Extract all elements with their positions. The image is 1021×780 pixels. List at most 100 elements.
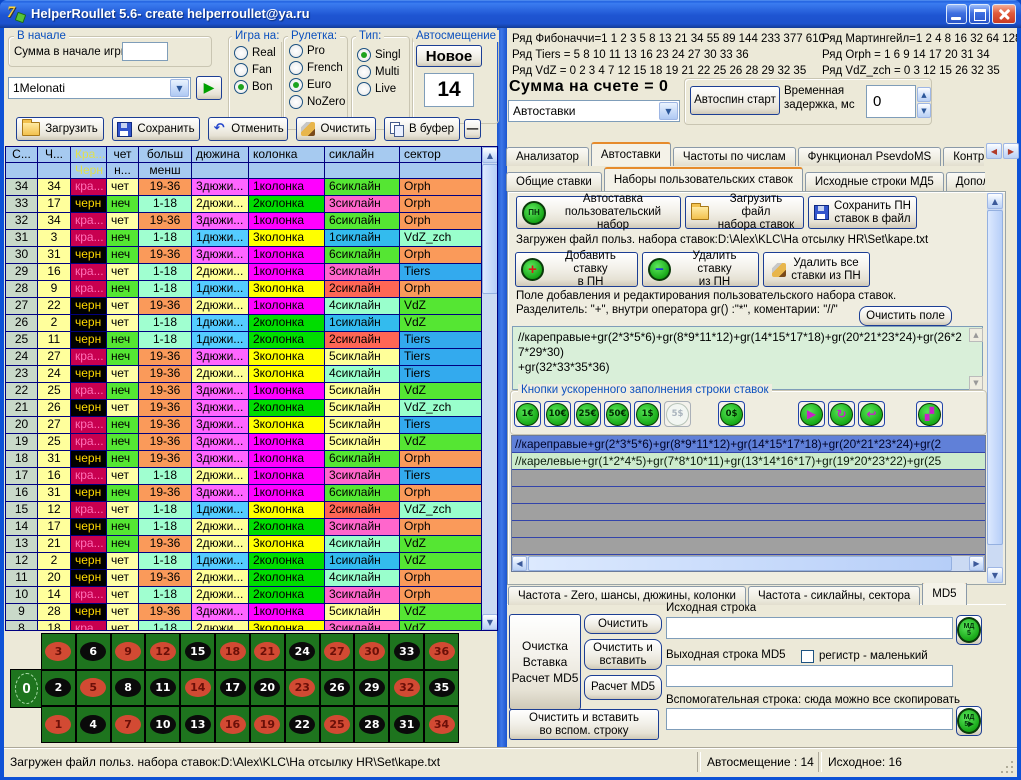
radio-option-french[interactable]: French bbox=[289, 59, 345, 76]
radio-option-real[interactable]: Real bbox=[234, 44, 276, 61]
board-number-24[interactable]: 24 bbox=[285, 633, 320, 670]
md5-big-button[interactable]: ОчисткаВставкаРасчет MD5 bbox=[509, 614, 581, 710]
chevron-down-icon[interactable]: ▼ bbox=[170, 79, 189, 97]
subtab-дополнитель[interactable]: Дополнитель bbox=[946, 172, 985, 191]
md5-output-input[interactable] bbox=[666, 665, 953, 687]
board-number-20[interactable]: 20 bbox=[250, 670, 285, 707]
radio-option-singl[interactable]: Singl bbox=[357, 46, 401, 63]
table-row[interactable]: 3434кра...чет19-363дюжи...1колонка6сикла… bbox=[6, 179, 497, 196]
tab-анализатор[interactable]: Анализатор bbox=[506, 147, 589, 166]
chip-0d[interactable]: 0$ bbox=[718, 401, 745, 427]
table-row[interactable]: 313кра...неч1-181дюжи...3колонка1сиклайн… bbox=[6, 230, 497, 247]
radio-option-pro[interactable]: Pro bbox=[289, 42, 345, 59]
scroll-up-icon[interactable]: ▲ bbox=[987, 193, 1003, 209]
panel-scrollbar[interactable]: ▲ ▼ bbox=[987, 193, 1003, 583]
list-item[interactable] bbox=[512, 487, 985, 504]
collapse-button[interactable]: — bbox=[464, 119, 481, 139]
autospin-start-button[interactable]: Автоспин старт bbox=[690, 86, 780, 115]
table-row[interactable]: 1417черннеч1-182дюжи...2колонка3сиклайнO… bbox=[6, 519, 497, 536]
table-row[interactable]: 262чернчет1-181дюжи...2колонка1сиклайнVd… bbox=[6, 315, 497, 332]
table-row[interactable]: 3031черннеч19-363дюжи...1колонка6сиклайн… bbox=[6, 247, 497, 264]
table-row[interactable]: 2427кра...неч19-363дюжи...3колонка5сикла… bbox=[6, 349, 497, 366]
scroll-down-icon[interactable]: ▼ bbox=[482, 614, 498, 630]
radio-option-nozero[interactable]: NoZero bbox=[289, 93, 345, 110]
subtab-исходные-строки-мд5[interactable]: Исходные строки МД5 bbox=[805, 172, 944, 191]
table-row[interactable]: 1120чернчет19-362дюжи...2колонка4сиклайн… bbox=[6, 570, 497, 587]
scrollbar-thumb[interactable] bbox=[528, 556, 952, 571]
title-bar[interactable]: 7 HelperRoullet 5.6- create helperroulle… bbox=[0, 0, 1021, 28]
remove-bet-button[interactable]: −Удалить ставкуиз ПН bbox=[642, 252, 759, 287]
chip-5d[interactable]: 5$ bbox=[664, 401, 691, 427]
md5-aux-run-button[interactable]: МД5▶ bbox=[956, 706, 982, 736]
radio-option-multi[interactable]: Multi bbox=[357, 63, 401, 80]
table-row[interactable]: 2225кра...неч19-363дюжи...1колонка5сикла… bbox=[6, 383, 497, 400]
board-number-34[interactable]: 34 bbox=[424, 706, 459, 743]
scrollbar-thumb[interactable] bbox=[482, 164, 498, 294]
tab-частоты-по-числам[interactable]: Частоты по числам bbox=[673, 147, 796, 166]
board-number-27[interactable]: 27 bbox=[320, 633, 355, 670]
table-row[interactable]: 2916кра...чет1-182дюжи...1колонка3сиклай… bbox=[6, 264, 497, 281]
board-number-25[interactable]: 25 bbox=[320, 706, 355, 743]
board-number-6[interactable]: 6 bbox=[76, 633, 111, 670]
radio-option-fan[interactable]: Fan bbox=[234, 61, 276, 78]
board-number-15[interactable]: 15 bbox=[180, 633, 215, 670]
md5-calc-button[interactable]: Расчет MD5 bbox=[584, 675, 662, 700]
board-number-3[interactable]: 3 bbox=[41, 633, 76, 670]
list-item[interactable] bbox=[512, 538, 985, 555]
board-number-29[interactable]: 29 bbox=[354, 670, 389, 707]
panel-splitter[interactable] bbox=[497, 28, 507, 747]
maximize-button[interactable] bbox=[969, 4, 990, 24]
table-row[interactable]: 1925кра...неч19-363дюжи...1колонка5сикла… bbox=[6, 434, 497, 451]
clear-button[interactable]: Очистить bbox=[296, 117, 376, 141]
board-number-18[interactable]: 18 bbox=[215, 633, 250, 670]
subtab-наборы-пользовательских-ставок[interactable]: Наборы пользовательских ставок bbox=[604, 167, 803, 191]
preset-combo[interactable]: 1Melonati ▼ bbox=[8, 77, 191, 99]
board-number-13[interactable]: 13 bbox=[180, 706, 215, 743]
tab-scroll-left-icon[interactable]: ◀ bbox=[986, 143, 1002, 159]
clear-field-button[interactable]: Очистить поле bbox=[859, 306, 952, 326]
radio-option-bon[interactable]: Bon bbox=[234, 78, 276, 95]
chip-1e[interactable]: 1€ bbox=[514, 401, 541, 427]
scroll-down-icon[interactable]: ▼ bbox=[987, 567, 1003, 583]
bet-misc-button[interactable]: ▞ bbox=[916, 401, 943, 427]
board-number-0[interactable]: 0 bbox=[10, 669, 43, 708]
board-number-19[interactable]: 19 bbox=[250, 706, 285, 743]
board-number-8[interactable]: 8 bbox=[111, 670, 146, 707]
board-number-21[interactable]: 21 bbox=[250, 633, 285, 670]
table-row[interactable]: 2324чернчет19-362дюжи...3колонка4сиклайн… bbox=[6, 366, 497, 383]
board-number-36[interactable]: 36 bbox=[424, 633, 459, 670]
minimize-button[interactable] bbox=[946, 4, 967, 24]
md5-clear-button[interactable]: Очистить bbox=[584, 614, 662, 634]
md5-run-button[interactable]: МД5 bbox=[956, 615, 982, 645]
list-item[interactable] bbox=[512, 504, 985, 521]
list-item[interactable] bbox=[512, 470, 985, 487]
md5-aux-input[interactable] bbox=[666, 708, 953, 730]
chip-10e[interactable]: 10€ bbox=[544, 401, 571, 427]
board-number-35[interactable]: 35 bbox=[424, 670, 459, 707]
radio-option-euro[interactable]: Euro bbox=[289, 76, 345, 93]
board-number-31[interactable]: 31 bbox=[389, 706, 424, 743]
add-bet-button[interactable]: +Добавить ставкув ПН bbox=[515, 252, 638, 287]
table-scrollbar[interactable]: ▲ ▼ bbox=[482, 147, 498, 630]
scroll-down-icon[interactable]: ▼ bbox=[969, 376, 983, 390]
board-number-28[interactable]: 28 bbox=[354, 706, 389, 743]
bet-set-list[interactable]: //кареправые+gr(2*3*5*6)+gr(8*9*11*12)+g… bbox=[511, 435, 986, 572]
table-row[interactable]: 928чернчет19-363дюжи...1колонка5сиклайнV… bbox=[6, 604, 497, 621]
table-row[interactable]: 1631черннеч19-363дюжи...1колонка6сиклайн… bbox=[6, 485, 497, 502]
table-row[interactable]: 3317черннеч1-182дюжи...2колонка3сиклайнO… bbox=[6, 196, 497, 213]
table-row[interactable]: 1321кра...неч19-362дюжи...3колонка4сикла… bbox=[6, 536, 497, 553]
scrollbar-thumb[interactable] bbox=[987, 210, 1003, 545]
mode-combo[interactable]: Автоставки ▼ bbox=[508, 100, 680, 122]
subtab-общие-ставки[interactable]: Общие ставки bbox=[506, 172, 602, 191]
table-row[interactable]: 1831черннеч19-363дюжи...1колонка6сиклайн… bbox=[6, 451, 497, 468]
radio-option-live[interactable]: Live bbox=[357, 80, 401, 97]
chevron-down-icon[interactable]: ▼ bbox=[659, 102, 678, 120]
board-number-23[interactable]: 23 bbox=[285, 670, 320, 707]
board-number-5[interactable]: 5 bbox=[76, 670, 111, 707]
table-row[interactable]: 289кра...неч1-181дюжи...3колонка2сиклайн… bbox=[6, 281, 497, 298]
md5-clear-paste-aux-button[interactable]: Очистить и вставитьво вспом. строку bbox=[509, 709, 659, 740]
remove-all-bets-button[interactable]: Удалить всеставки из ПН bbox=[763, 252, 870, 287]
board-number-16[interactable]: 16 bbox=[215, 706, 250, 743]
table-row[interactable]: 2722чернчет19-362дюжи...1колонка4сиклайн… bbox=[6, 298, 497, 315]
table-row[interactable]: 2126чернчет19-363дюжи...2колонка5сиклайн… bbox=[6, 400, 497, 417]
